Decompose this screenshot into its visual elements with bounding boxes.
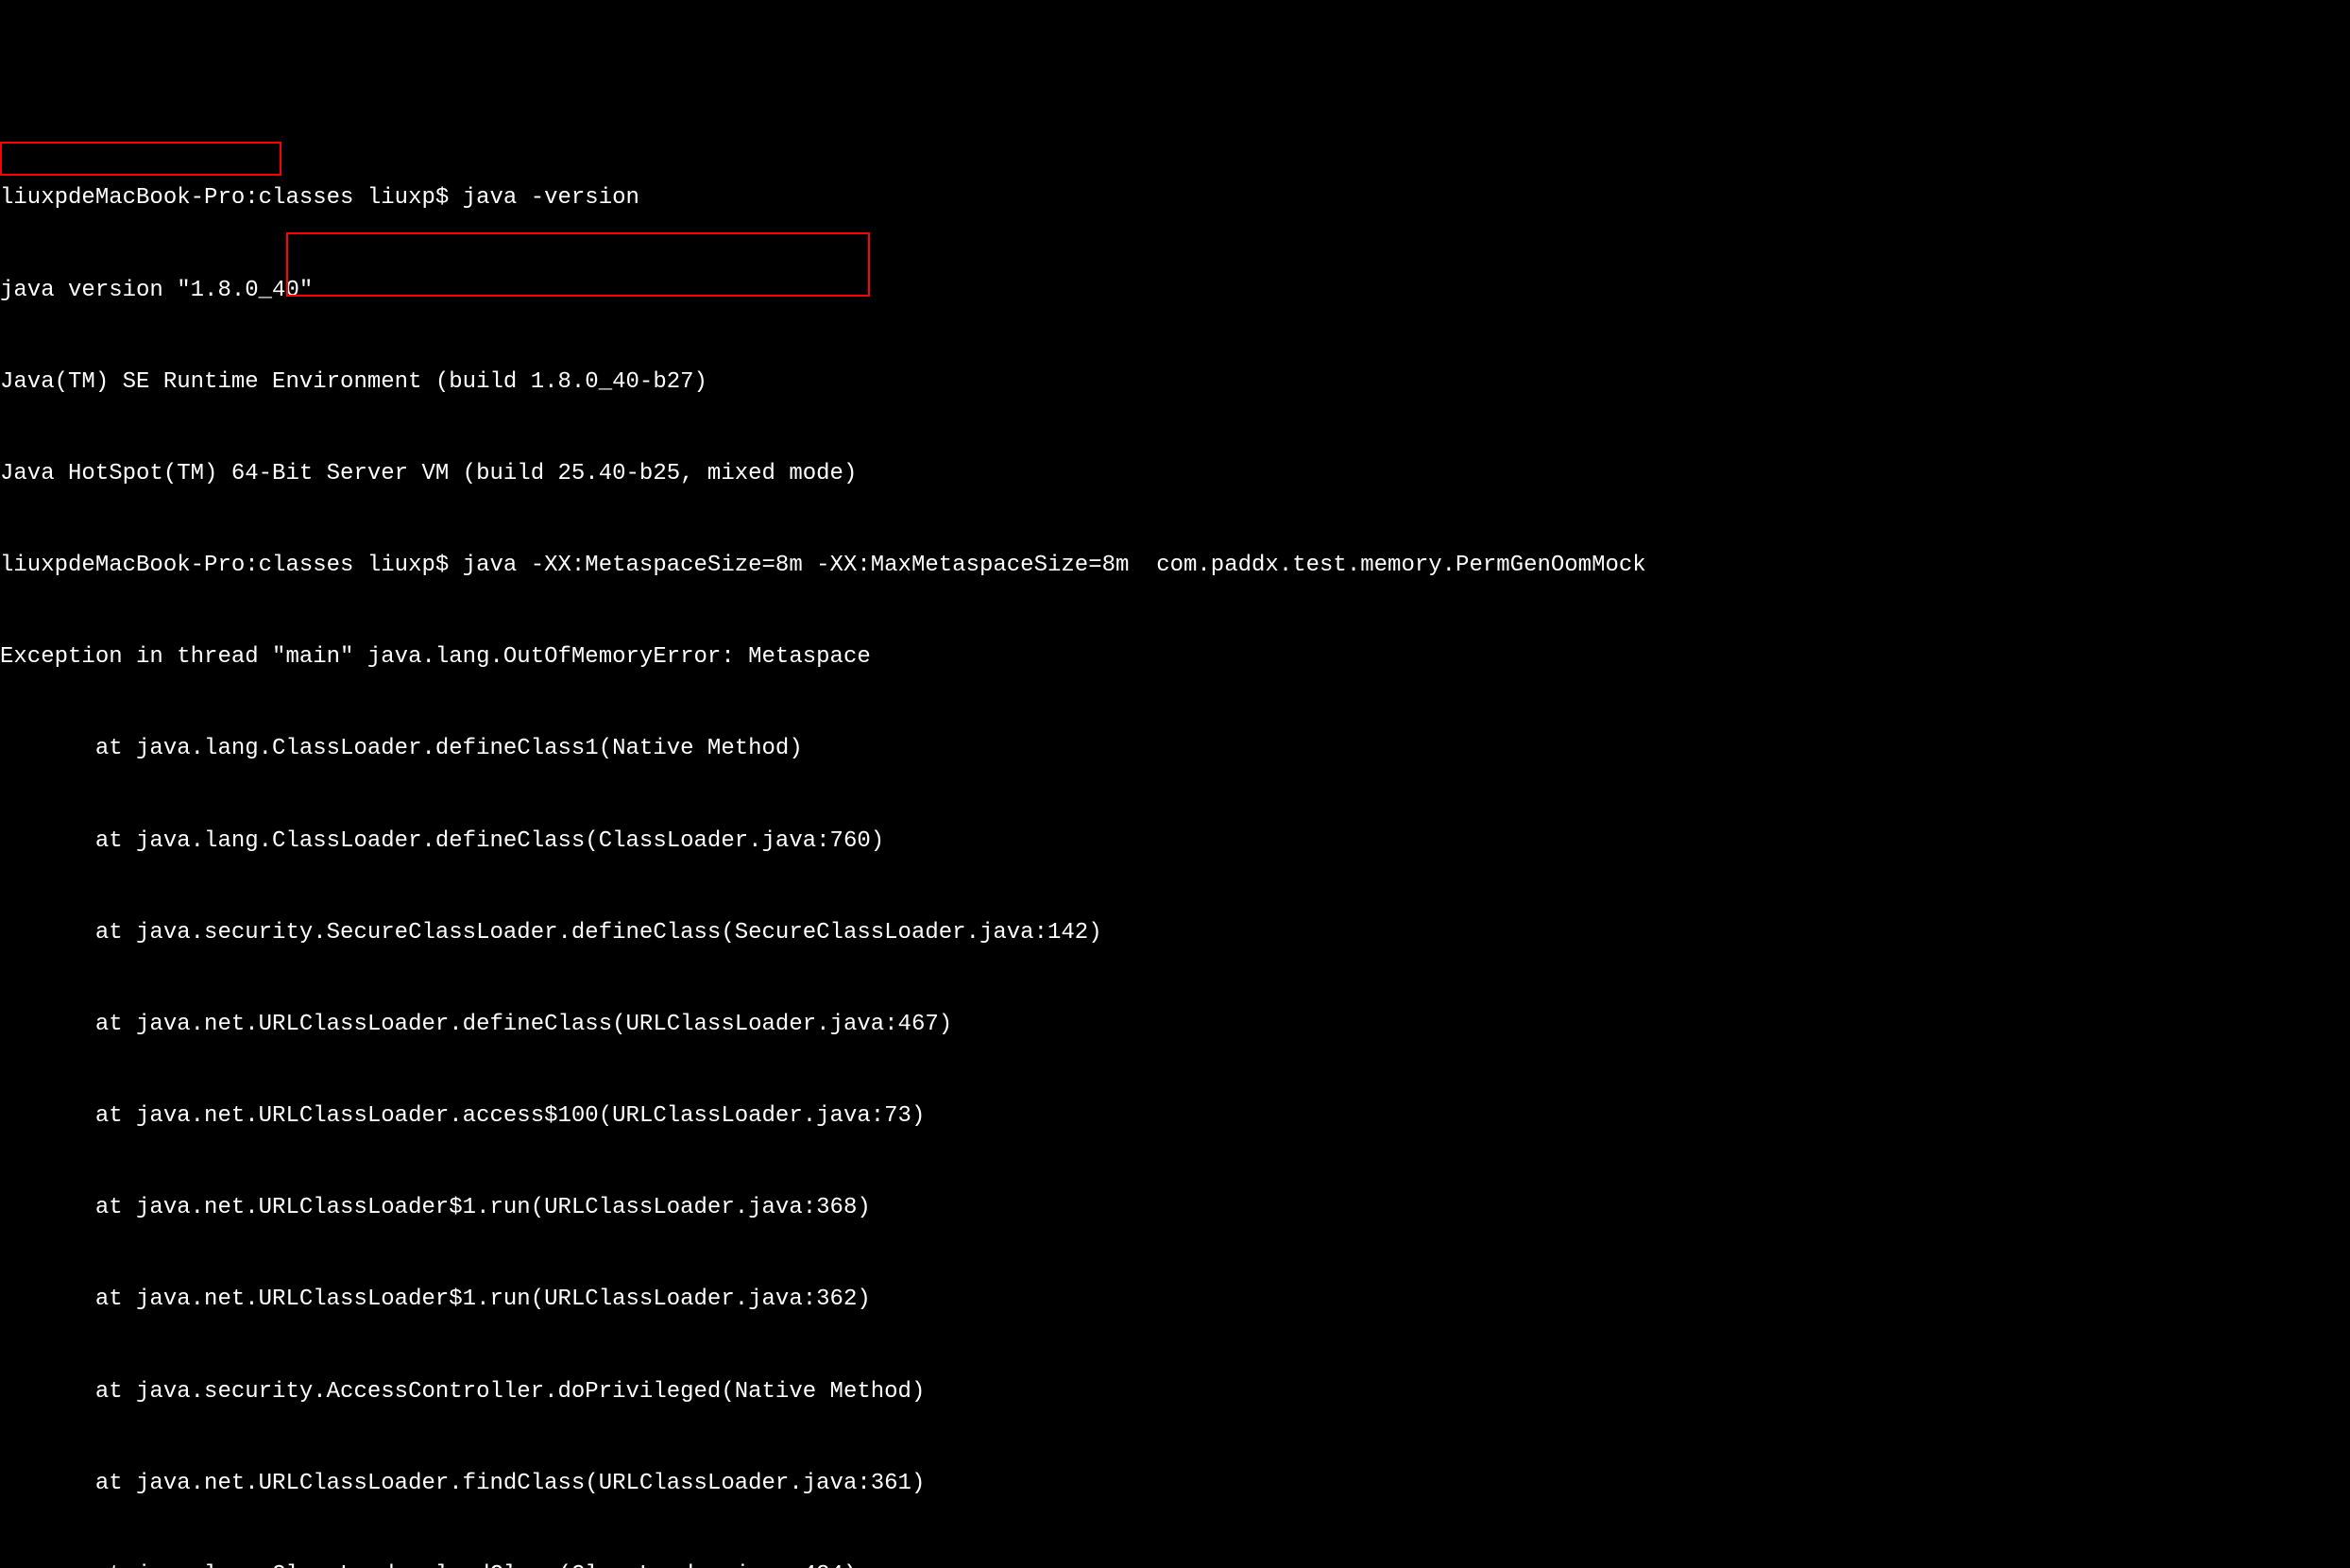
terminal-line-14: at java.net.URLClassLoader.findClass(URL… (0, 1469, 2350, 1499)
terminal-line-5: Exception in thread "main" java.lang.Out… (0, 642, 2350, 673)
terminal-line-4: liuxpdeMacBook-Pro:classes liuxp$ java -… (0, 551, 2350, 581)
terminal-line-1: java version "1.8.0_40" (0, 276, 2350, 306)
terminal-line-13: at java.security.AccessController.doPriv… (0, 1377, 2350, 1407)
terminal-line-2: Java(TM) SE Runtime Environment (build 1… (0, 367, 2350, 398)
terminal-line-0: liuxpdeMacBook-Pro:classes liuxp$ java -… (0, 183, 2350, 213)
terminal-line-8: at java.security.SecureClassLoader.defin… (0, 918, 2350, 948)
terminal-line-15: at java.lang.ClassLoader.loadClass(Class… (0, 1560, 2350, 1568)
terminal-line-7: at java.lang.ClassLoader.defineClass(Cla… (0, 827, 2350, 857)
terminal-window[interactable]: liuxpdeMacBook-Pro:classes liuxp$ java -… (0, 123, 2350, 907)
terminal-line-3: Java HotSpot(TM) 64-Bit Server VM (build… (0, 459, 2350, 489)
highlight-box-java-version (0, 142, 281, 176)
terminal-line-6: at java.lang.ClassLoader.defineClass1(Na… (0, 734, 2350, 764)
terminal-line-12: at java.net.URLClassLoader$1.run(URLClas… (0, 1285, 2350, 1315)
terminal-line-9: at java.net.URLClassLoader.defineClass(U… (0, 1010, 2350, 1040)
terminal-line-10: at java.net.URLClassLoader.access$100(UR… (0, 1101, 2350, 1132)
terminal-line-11: at java.net.URLClassLoader$1.run(URLClas… (0, 1193, 2350, 1223)
